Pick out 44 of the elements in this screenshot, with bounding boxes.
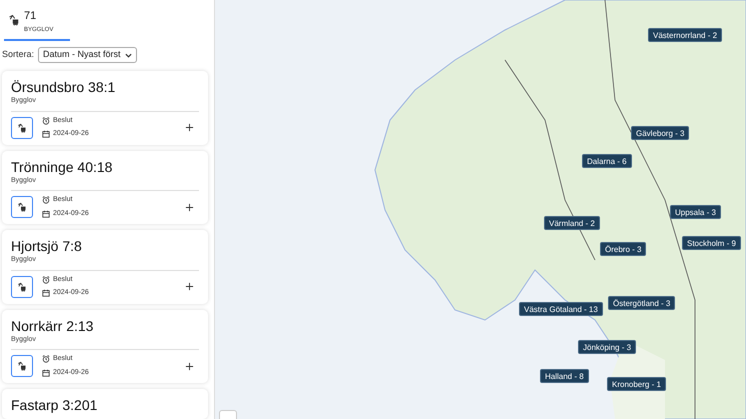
expand-button[interactable]: [183, 201, 195, 213]
plus-icon: [184, 123, 194, 132]
region-marker[interactable]: Västernorrland - 2: [648, 28, 722, 42]
card-title: Hjortsjö 7:8: [11, 237, 83, 255]
alarm-clock-icon: [42, 276, 50, 284]
calendar-icon: [42, 289, 50, 298]
region-marker[interactable]: Örebro - 3: [600, 242, 646, 256]
region-marker[interactable]: Uppsala - 3: [670, 205, 721, 219]
alarm-clock-icon: [42, 355, 50, 364]
map-view[interactable]: Västernorrland - 2 Gävleborg - 3 Dalarna - 6 Värmland - 2 Uppsala - 3 Stockholm - 9 Örebro - 3 Västra Götaland - 13 Östergötland - 3 Jönköping - 3 Halland - 8 Kronoberg - 1: [215, 0, 746, 419]
alarm-clock-icon: [42, 116, 50, 125]
excavator-icon: [17, 122, 27, 132]
region-marker[interactable]: Östergötland - 3: [608, 296, 676, 310]
sort-label: Sortera:: [2, 48, 34, 62]
plus-icon: [184, 362, 194, 370]
card-title: Fastarp 3:201: [11, 396, 98, 414]
region-marker[interactable]: Kronoberg - 1: [607, 377, 666, 391]
calendar-icon: [42, 130, 50, 138]
calendar-icon: [42, 368, 50, 377]
region-marker[interactable]: Jönköping - 3: [578, 340, 636, 354]
expand-button[interactable]: [183, 360, 195, 372]
region-marker[interactable]: Halland - 8: [540, 369, 589, 383]
calendar-icon: [42, 210, 50, 218]
alarm-clock-icon: [42, 196, 50, 204]
region-marker[interactable]: Stockholm - 9: [682, 236, 741, 250]
expand-button[interactable]: [183, 122, 195, 134]
excavator-icon: [17, 282, 27, 292]
card-title: Norrkärr 2:13: [11, 316, 94, 334]
plus-icon: [184, 202, 194, 212]
sort-dropdown[interactable]: Datum - Nyast först: [38, 47, 137, 63]
excavator-icon: [8, 14, 20, 26]
region-marker[interactable]: Gävleborg - 3: [631, 126, 690, 140]
plus-icon: [184, 282, 194, 291]
chevron-down-icon: [124, 52, 132, 58]
expand-button[interactable]: [183, 280, 195, 292]
result-card[interactable]: Fastarp 3:201: [2, 389, 208, 419]
region-marker[interactable]: Värmland - 2: [544, 216, 600, 230]
excavator-icon: [17, 202, 27, 212]
count-label: 71: [24, 9, 36, 24]
card-title: Örsundsbro 38:1: [11, 78, 116, 96]
excavator-icon: [17, 361, 27, 371]
region-marker[interactable]: Västra Götaland - 13: [519, 302, 603, 316]
card-title: Trönninge 40:18: [11, 158, 114, 176]
region-marker[interactable]: Dalarna - 6: [582, 154, 632, 168]
